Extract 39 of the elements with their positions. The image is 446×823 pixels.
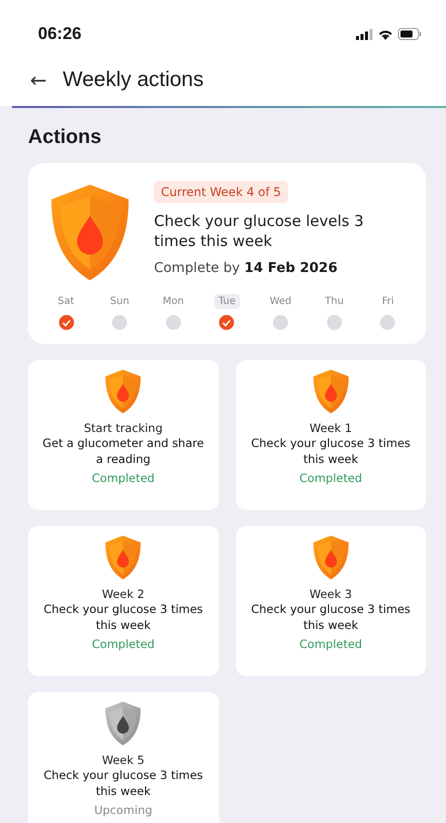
back-button[interactable]: ←	[30, 68, 47, 92]
week-status: Completed	[92, 471, 155, 486]
day-label: Sat	[56, 295, 76, 310]
week-status: Upcoming	[94, 803, 152, 818]
week-task: Check your glucose 3 times this week	[250, 601, 412, 634]
week-task: Get a glucometer and share a reading	[42, 435, 205, 468]
day-label: Mon	[162, 295, 185, 310]
week-status: Completed	[92, 637, 155, 652]
week-badge: Current Week 4 of 5	[154, 181, 288, 203]
week-card[interactable]: Week 2 Check your glucose 3 times this week Completed	[28, 526, 218, 676]
week-heading: Week 3	[310, 587, 352, 602]
due-date: Complete by 14 Feb 2026	[154, 260, 338, 276]
week-card[interactable]: Week 3 Check your glucose 3 times this week Completed	[236, 526, 426, 676]
checkmark-icon	[222, 318, 232, 327]
page-title: Weekly actions	[62, 68, 204, 92]
wifi-icon	[378, 28, 393, 40]
task-title: Check your glucose levels 3 times this week	[154, 211, 365, 252]
checkmark-icon	[62, 318, 70, 327]
week-task: Check your glucose 3 times this week	[42, 767, 204, 800]
week-heading: Start tracking	[84, 421, 163, 436]
week-heading: Week 5	[102, 753, 144, 768]
day-label: Thu	[324, 295, 345, 310]
week-heading: Week 2	[102, 587, 144, 602]
week-card[interactable]: Week 1 Check your glucose 3 times this week Completed	[236, 360, 426, 510]
week-card[interactable]: Week 5 Check your glucose 3 times this week Upcoming	[28, 692, 218, 823]
clock-time: 06:26	[38, 24, 82, 44]
day-label: Sun	[109, 295, 130, 310]
week-status: Completed	[299, 637, 362, 652]
signal-icon	[356, 28, 373, 40]
day-label: Tue	[214, 294, 240, 310]
section-title: Actions	[27, 125, 102, 150]
week-status: Completed	[299, 471, 362, 486]
week-heading: Week 1	[310, 421, 352, 436]
week-task: Check your glucose 3 times this week	[42, 601, 204, 634]
week-task: Check your glucose 3 times this week	[250, 435, 412, 468]
day-label: Wed	[268, 295, 293, 310]
day-label: Fri	[380, 295, 395, 310]
battery-icon	[398, 28, 422, 40]
week-card[interactable]: Start tracking Get a glucometer and share a reading Completed	[28, 360, 218, 510]
